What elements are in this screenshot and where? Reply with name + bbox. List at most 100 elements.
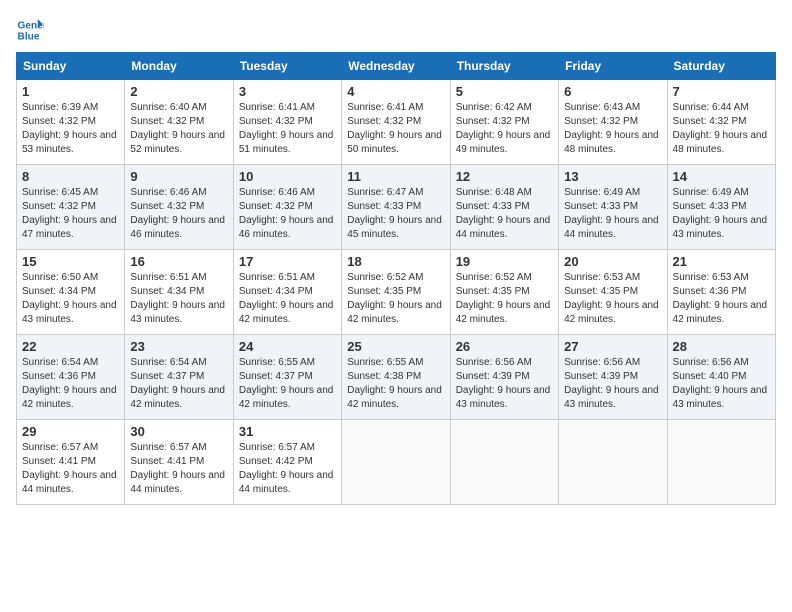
day-info: Sunrise: 6:49 AMSunset: 4:33 PMDaylight:… <box>564 186 661 242</box>
calendar-cell: 1 Sunrise: 6:39 AMSunset: 4:32 PMDaylight… <box>17 80 125 165</box>
day-info: Sunrise: 6:41 AMSunset: 4:32 PMDaylight:… <box>347 101 444 157</box>
day-number: 11 <box>347 169 444 184</box>
day-number: 8 <box>22 169 119 184</box>
day-number: 26 <box>456 339 553 354</box>
col-header-wednesday: Wednesday <box>342 53 450 80</box>
day-number: 9 <box>130 169 227 184</box>
day-number: 28 <box>673 339 770 354</box>
day-info: Sunrise: 6:54 AMSunset: 4:36 PMDaylight:… <box>22 356 119 412</box>
day-info: Sunrise: 6:52 AMSunset: 4:35 PMDaylight:… <box>347 271 444 327</box>
day-info: Sunrise: 6:51 AMSunset: 4:34 PMDaylight:… <box>239 271 336 327</box>
calendar-cell: 21Sunrise: 6:53 AMSunset: 4:36 PMDayligh… <box>667 250 775 335</box>
col-header-thursday: Thursday <box>450 53 558 80</box>
day-number: 25 <box>347 339 444 354</box>
calendar-cell: 30 Sunrise: 6:57 AMSunset: 4:41 PMDayligh… <box>125 420 233 505</box>
day-number: 30 <box>130 424 227 439</box>
calendar-cell: 3 Sunrise: 6:41 AMSunset: 4:32 PMDaylight… <box>233 80 341 165</box>
day-info: Sunrise: 6:45 AMSunset: 4:32 PMDaylight:… <box>22 186 119 242</box>
day-info: Sunrise: 6:50 AMSunset: 4:34 PMDaylight:… <box>22 271 119 327</box>
calendar-week-row: 8 Sunrise: 6:45 AMSunset: 4:32 PMDaylight… <box>17 165 776 250</box>
col-header-friday: Friday <box>559 53 667 80</box>
svg-text:Blue: Blue <box>18 31 40 42</box>
calendar-cell: 10 Sunrise: 6:46 AMSunset: 4:32 PMDayligh… <box>233 165 341 250</box>
day-info: Sunrise: 6:53 AMSunset: 4:36 PMDaylight:… <box>673 271 770 327</box>
day-number: 1 <box>22 84 119 99</box>
day-number: 14 <box>673 169 770 184</box>
calendar-cell: 9 Sunrise: 6:46 AMSunset: 4:32 PMDaylight… <box>125 165 233 250</box>
calendar-cell: 8 Sunrise: 6:45 AMSunset: 4:32 PMDaylight… <box>17 165 125 250</box>
calendar-header-row: SundayMondayTuesdayWednesdayThursdayFrid… <box>17 53 776 80</box>
day-number: 4 <box>347 84 444 99</box>
calendar-cell: 15Sunrise: 6:50 AMSunset: 4:34 PMDayligh… <box>17 250 125 335</box>
day-info: Sunrise: 6:55 AMSunset: 4:37 PMDaylight:… <box>239 356 336 412</box>
calendar-cell: 25Sunrise: 6:55 AMSunset: 4:38 PMDayligh… <box>342 335 450 420</box>
day-info: Sunrise: 6:49 AMSunset: 4:33 PMDaylight:… <box>673 186 770 242</box>
day-info: Sunrise: 6:52 AMSunset: 4:35 PMDaylight:… <box>456 271 553 327</box>
day-number: 2 <box>130 84 227 99</box>
calendar-cell: 24 Sunrise: 6:55 AMSunset: 4:37 PMDayligh… <box>233 335 341 420</box>
day-info: Sunrise: 6:57 AMSunset: 4:42 PMDaylight:… <box>239 441 336 497</box>
calendar-cell: 27 Sunrise: 6:56 AMSunset: 4:39 PMDayligh… <box>559 335 667 420</box>
day-number: 3 <box>239 84 336 99</box>
day-number: 5 <box>456 84 553 99</box>
day-info: Sunrise: 6:53 AMSunset: 4:35 PMDaylight:… <box>564 271 661 327</box>
calendar-week-row: 1 Sunrise: 6:39 AMSunset: 4:32 PMDaylight… <box>17 80 776 165</box>
calendar-cell: 19Sunrise: 6:52 AMSunset: 4:35 PMDayligh… <box>450 250 558 335</box>
calendar-week-row: 22 Sunrise: 6:54 AMSunset: 4:36 PMDayligh… <box>17 335 776 420</box>
day-number: 22 <box>22 339 119 354</box>
calendar-cell: 7 Sunrise: 6:44 AMSunset: 4:32 PMDaylight… <box>667 80 775 165</box>
calendar-cell <box>450 420 558 505</box>
day-info: Sunrise: 6:41 AMSunset: 4:32 PMDaylight:… <box>239 101 336 157</box>
day-info: Sunrise: 6:42 AMSunset: 4:32 PMDaylight:… <box>456 101 553 157</box>
day-info: Sunrise: 6:56 AMSunset: 4:40 PMDaylight:… <box>673 356 770 412</box>
day-info: Sunrise: 6:44 AMSunset: 4:32 PMDaylight:… <box>673 101 770 157</box>
day-number: 7 <box>673 84 770 99</box>
day-number: 16 <box>130 254 227 269</box>
col-header-tuesday: Tuesday <box>233 53 341 80</box>
calendar-cell <box>667 420 775 505</box>
calendar-cell: 4 Sunrise: 6:41 AMSunset: 4:32 PMDaylight… <box>342 80 450 165</box>
calendar-cell: 23 Sunrise: 6:54 AMSunset: 4:37 PMDayligh… <box>125 335 233 420</box>
calendar-cell: 31Sunrise: 6:57 AMSunset: 4:42 PMDayligh… <box>233 420 341 505</box>
day-number: 10 <box>239 169 336 184</box>
day-info: Sunrise: 6:57 AMSunset: 4:41 PMDaylight:… <box>22 441 119 497</box>
day-info: Sunrise: 6:47 AMSunset: 4:33 PMDaylight:… <box>347 186 444 242</box>
day-number: 24 <box>239 339 336 354</box>
day-number: 6 <box>564 84 661 99</box>
day-number: 23 <box>130 339 227 354</box>
day-number: 12 <box>456 169 553 184</box>
calendar-cell: 6Sunrise: 6:43 AMSunset: 4:32 PMDaylight… <box>559 80 667 165</box>
day-info: Sunrise: 6:48 AMSunset: 4:33 PMDaylight:… <box>456 186 553 242</box>
calendar-week-row: 15Sunrise: 6:50 AMSunset: 4:34 PMDayligh… <box>17 250 776 335</box>
calendar-cell: 13Sunrise: 6:49 AMSunset: 4:33 PMDayligh… <box>559 165 667 250</box>
calendar-cell: 20Sunrise: 6:53 AMSunset: 4:35 PMDayligh… <box>559 250 667 335</box>
col-header-monday: Monday <box>125 53 233 80</box>
header: General Blue <box>16 16 776 44</box>
col-header-saturday: Saturday <box>667 53 775 80</box>
calendar-cell: 26Sunrise: 6:56 AMSunset: 4:39 PMDayligh… <box>450 335 558 420</box>
calendar-cell: 17 Sunrise: 6:51 AMSunset: 4:34 PMDayligh… <box>233 250 341 335</box>
calendar-cell: 18 Sunrise: 6:52 AMSunset: 4:35 PMDayligh… <box>342 250 450 335</box>
day-info: Sunrise: 6:57 AMSunset: 4:41 PMDaylight:… <box>130 441 227 497</box>
day-number: 27 <box>564 339 661 354</box>
calendar-cell: 12 Sunrise: 6:48 AMSunset: 4:33 PMDayligh… <box>450 165 558 250</box>
day-number: 18 <box>347 254 444 269</box>
calendar-cell: 2Sunrise: 6:40 AMSunset: 4:32 PMDaylight… <box>125 80 233 165</box>
day-info: Sunrise: 6:54 AMSunset: 4:37 PMDaylight:… <box>130 356 227 412</box>
col-header-sunday: Sunday <box>17 53 125 80</box>
day-number: 29 <box>22 424 119 439</box>
day-info: Sunrise: 6:56 AMSunset: 4:39 PMDaylight:… <box>564 356 661 412</box>
calendar-week-row: 29 Sunrise: 6:57 AMSunset: 4:41 PMDayligh… <box>17 420 776 505</box>
day-info: Sunrise: 6:46 AMSunset: 4:32 PMDaylight:… <box>130 186 227 242</box>
calendar-cell: 11 Sunrise: 6:47 AMSunset: 4:33 PMDayligh… <box>342 165 450 250</box>
day-info: Sunrise: 6:39 AMSunset: 4:32 PMDaylight:… <box>22 101 119 157</box>
logo: General Blue <box>16 16 44 44</box>
calendar-cell <box>342 420 450 505</box>
calendar-cell: 5 Sunrise: 6:42 AMSunset: 4:32 PMDaylight… <box>450 80 558 165</box>
calendar-cell: 14 Sunrise: 6:49 AMSunset: 4:33 PMDayligh… <box>667 165 775 250</box>
calendar-cell: 16Sunrise: 6:51 AMSunset: 4:34 PMDayligh… <box>125 250 233 335</box>
day-info: Sunrise: 6:46 AMSunset: 4:32 PMDaylight:… <box>239 186 336 242</box>
logo-icon: General Blue <box>16 16 44 44</box>
day-number: 17 <box>239 254 336 269</box>
calendar-cell <box>559 420 667 505</box>
